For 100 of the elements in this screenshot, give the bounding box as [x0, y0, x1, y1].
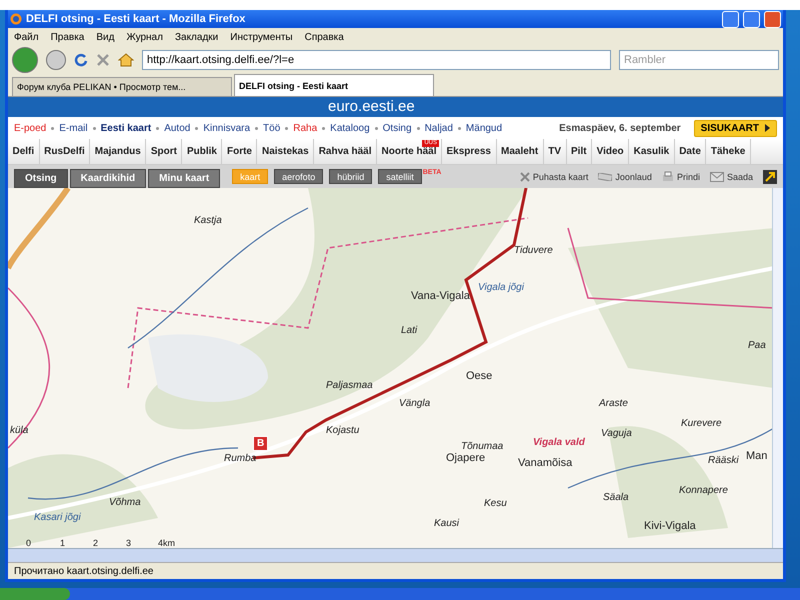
place-label: Rumba	[224, 453, 256, 464]
place-label: Vigala jõgi	[478, 282, 524, 293]
place-label: Konnapere	[679, 485, 728, 496]
menu-item[interactable]: Справка	[304, 32, 344, 42]
browser-tab[interactable]: Форум клуба PELIKAN • Просмотр тем...	[12, 77, 232, 96]
separator-dot	[92, 126, 96, 130]
section-link[interactable]: TV	[548, 146, 562, 157]
portal-link[interactable]: Eesti kaart	[100, 122, 152, 134]
route-end-marker[interactable]: B	[253, 436, 268, 451]
place-label: Tiduvere	[514, 245, 553, 256]
caret-icon	[765, 124, 770, 132]
place-label: Ojapere	[446, 452, 486, 464]
section-link[interactable]: Delfi	[12, 146, 34, 157]
status-bar: Прочитано kaart.otsing.delfi.ee	[8, 562, 783, 580]
section-link[interactable]: Kasulik	[634, 146, 670, 157]
portal-link[interactable]: Raha	[293, 122, 318, 134]
map-tab[interactable]: Kaardikihid	[70, 169, 146, 188]
close-button[interactable]	[764, 10, 781, 28]
portal-link[interactable]: E-poed	[14, 122, 46, 134]
printer-icon	[662, 170, 674, 182]
section-link[interactable]: Naistekas	[262, 146, 309, 157]
menu-item[interactable]: Вид	[96, 32, 114, 42]
scale-label: 0	[26, 538, 32, 548]
separator-dot	[255, 126, 258, 130]
place-label: Vana-Vigala	[411, 290, 470, 302]
minimize-button[interactable]	[722, 10, 739, 28]
separator-dot	[322, 126, 326, 130]
map-tool-link[interactable]: Saada	[710, 172, 753, 182]
section-link[interactable]: Täheke	[710, 146, 746, 157]
portal-link[interactable]: Autod	[164, 122, 190, 134]
place-label: Kurevere	[681, 418, 722, 429]
start-button[interactable]	[0, 588, 70, 600]
separator-dot	[195, 126, 198, 130]
forward-button[interactable]	[46, 50, 66, 70]
section-link[interactable]: Publik	[186, 146, 217, 157]
scale-label: 2	[93, 538, 98, 548]
browser-logo-icon	[10, 13, 22, 25]
place-label: Oese	[466, 370, 492, 382]
date-text: Esmaspäev, 6. september	[559, 122, 681, 134]
expand-icon[interactable]	[763, 170, 777, 184]
menu-item[interactable]: Журнал	[126, 32, 163, 42]
layer-button[interactable]: hübriid	[329, 169, 372, 184]
place-label: Kastja	[194, 215, 222, 226]
place-label: Araste	[599, 398, 628, 409]
back-button[interactable]	[12, 47, 38, 73]
menu-item[interactable]: Файл	[14, 32, 39, 42]
address-field[interactable]: http://kaart.otsing.delfi.ee/?l=e	[142, 50, 611, 70]
separator-dot	[156, 126, 160, 130]
reload-icon[interactable]	[74, 53, 88, 67]
place-label: Man	[746, 450, 768, 462]
section-link[interactable]: Noorte hääl	[382, 146, 437, 157]
place-label: Paa	[748, 340, 766, 351]
place-label: Kausi	[434, 518, 460, 529]
home-icon[interactable]	[118, 53, 134, 67]
section-link[interactable]: Sport	[150, 146, 177, 157]
browser-tab[interactable]: DELFI otsing - Eesti kaart	[234, 74, 434, 96]
horizontal-scrollbar[interactable]	[8, 548, 783, 562]
menu-item[interactable]: Закладки	[174, 32, 218, 42]
layer-button[interactable]: satelliit	[378, 169, 422, 184]
map-tool-link[interactable]: Puhasta kaart	[520, 172, 588, 182]
section-link[interactable]: RusDelfi	[44, 146, 85, 157]
separator-dot	[51, 126, 54, 130]
place-label: Vanamõisa	[518, 457, 572, 469]
portal-link[interactable]: Töö	[263, 122, 280, 134]
section-link[interactable]: Ekspress	[446, 146, 491, 157]
maximize-button[interactable]	[743, 10, 760, 28]
place-label: Kasari jõgi	[34, 512, 81, 523]
separator-dot	[374, 126, 378, 130]
menu-item[interactable]: Правка	[50, 32, 84, 42]
portal-link[interactable]: Naljad	[424, 122, 453, 134]
map-tool-link[interactable]: Prindi	[662, 170, 700, 182]
menu-item[interactable]: Инструменты	[230, 32, 293, 42]
section-link[interactable]: Maaleht	[501, 146, 538, 157]
section-link[interactable]: Pilt	[571, 146, 587, 157]
separator-dot	[458, 126, 461, 130]
portal-link[interactable]: Kataloog	[330, 122, 370, 134]
scale-label: 1	[60, 538, 66, 548]
section-link[interactable]: Video	[596, 146, 624, 157]
vertical-scrollbar[interactable]	[772, 188, 783, 548]
sitemap-button[interactable]: SISUKAART	[694, 120, 777, 136]
stop-icon[interactable]	[96, 53, 110, 67]
section-link[interactable]: Date	[679, 146, 701, 157]
portal-link[interactable]: Kinnisvara	[203, 122, 250, 134]
ruler-icon	[598, 172, 612, 180]
place-label: Säala	[603, 492, 629, 503]
portal-link[interactable]: Otsing	[382, 122, 412, 134]
map-tab[interactable]: Otsing	[14, 169, 68, 188]
section-link[interactable]: Rahva hääl	[318, 146, 372, 157]
banner-text: euro.eesti.ee	[328, 98, 415, 116]
separator-dot	[285, 126, 288, 130]
portal-link[interactable]: E-mail	[59, 122, 88, 134]
place-label: Kesu	[484, 498, 507, 509]
section-link[interactable]: Forte	[226, 146, 252, 157]
map-tab[interactable]: Minu kaart	[148, 169, 220, 188]
place-label: Kojastu	[326, 425, 360, 436]
layer-button[interactable]: aerofoto	[274, 169, 324, 184]
portal-link[interactable]: Mängud	[466, 122, 502, 134]
section-link[interactable]: Majandus	[94, 146, 141, 157]
envelope-icon	[710, 172, 724, 182]
map-tool-link[interactable]: Joonlaud	[598, 172, 652, 182]
